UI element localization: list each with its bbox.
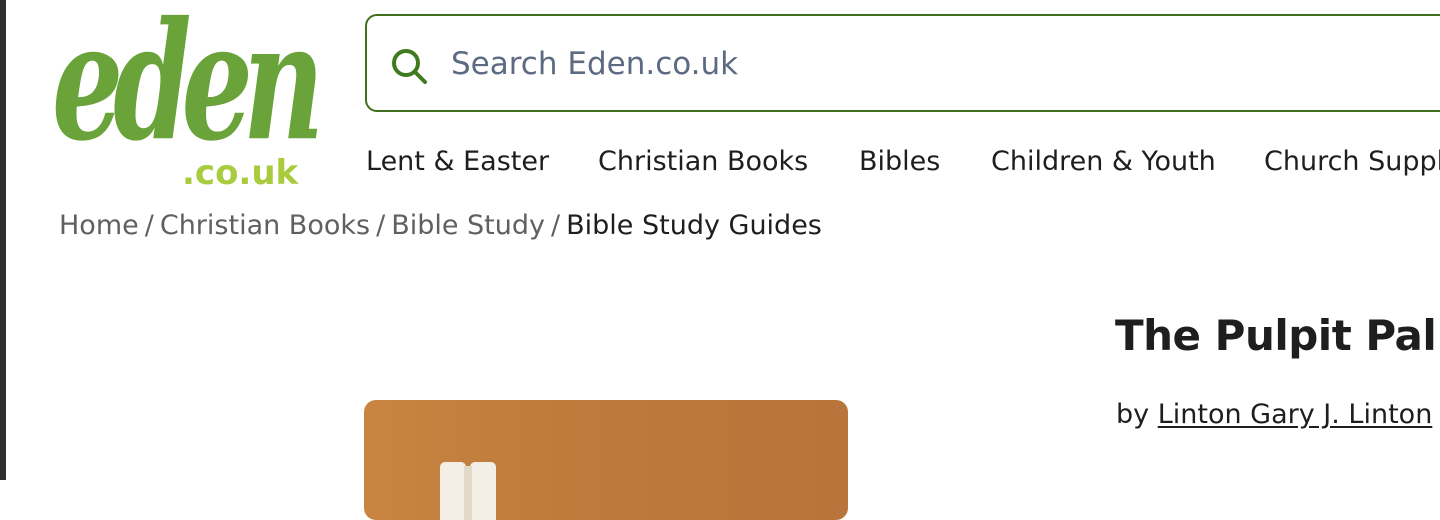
nav-item-lent-easter[interactable]: Lent & Easter bbox=[366, 142, 549, 182]
breadcrumb: Home / Christian Books / Bible Study / Bible S… bbox=[59, 205, 822, 247]
book-illustration bbox=[440, 462, 496, 520]
logo-domain-suffix: .co.uk bbox=[182, 153, 299, 193]
breadcrumb-home[interactable]: Home bbox=[59, 210, 139, 241]
search-bar[interactable] bbox=[365, 14, 1440, 112]
search-input[interactable] bbox=[451, 40, 1351, 88]
byline-prefix: by bbox=[1116, 399, 1150, 430]
nav-item-bibles[interactable]: Bibles bbox=[859, 142, 940, 182]
breadcrumb-christian-books[interactable]: Christian Books bbox=[160, 210, 370, 241]
breadcrumb-separator: / bbox=[376, 210, 386, 241]
nav-item-church-supplies[interactable]: Church Suppl bbox=[1264, 142, 1440, 182]
search-icon[interactable] bbox=[389, 46, 433, 90]
window-edge bbox=[0, 0, 6, 480]
breadcrumb-separator: / bbox=[551, 210, 561, 241]
breadcrumb-current: Bible Study Guides bbox=[566, 210, 822, 241]
breadcrumb-bible-study[interactable]: Bible Study bbox=[391, 210, 545, 241]
nav-item-children-youth[interactable]: Children & Youth bbox=[991, 142, 1216, 182]
eden-logo[interactable]: eden .co.uk bbox=[52, 1, 324, 193]
logo-wordmark: eden bbox=[52, 0, 324, 178]
product-byline: by Linton Gary J. Linton bbox=[1116, 394, 1432, 436]
product-title: The Pulpit Pal: T bbox=[1115, 311, 1440, 360]
breadcrumb-separator: / bbox=[144, 210, 154, 241]
main-nav: Lent & Easter Christian Books Bibles Chi… bbox=[366, 142, 1440, 184]
product-image[interactable] bbox=[364, 400, 848, 520]
nav-item-christian-books[interactable]: Christian Books bbox=[598, 142, 808, 182]
author-link[interactable]: Linton Gary J. Linton bbox=[1158, 399, 1433, 430]
